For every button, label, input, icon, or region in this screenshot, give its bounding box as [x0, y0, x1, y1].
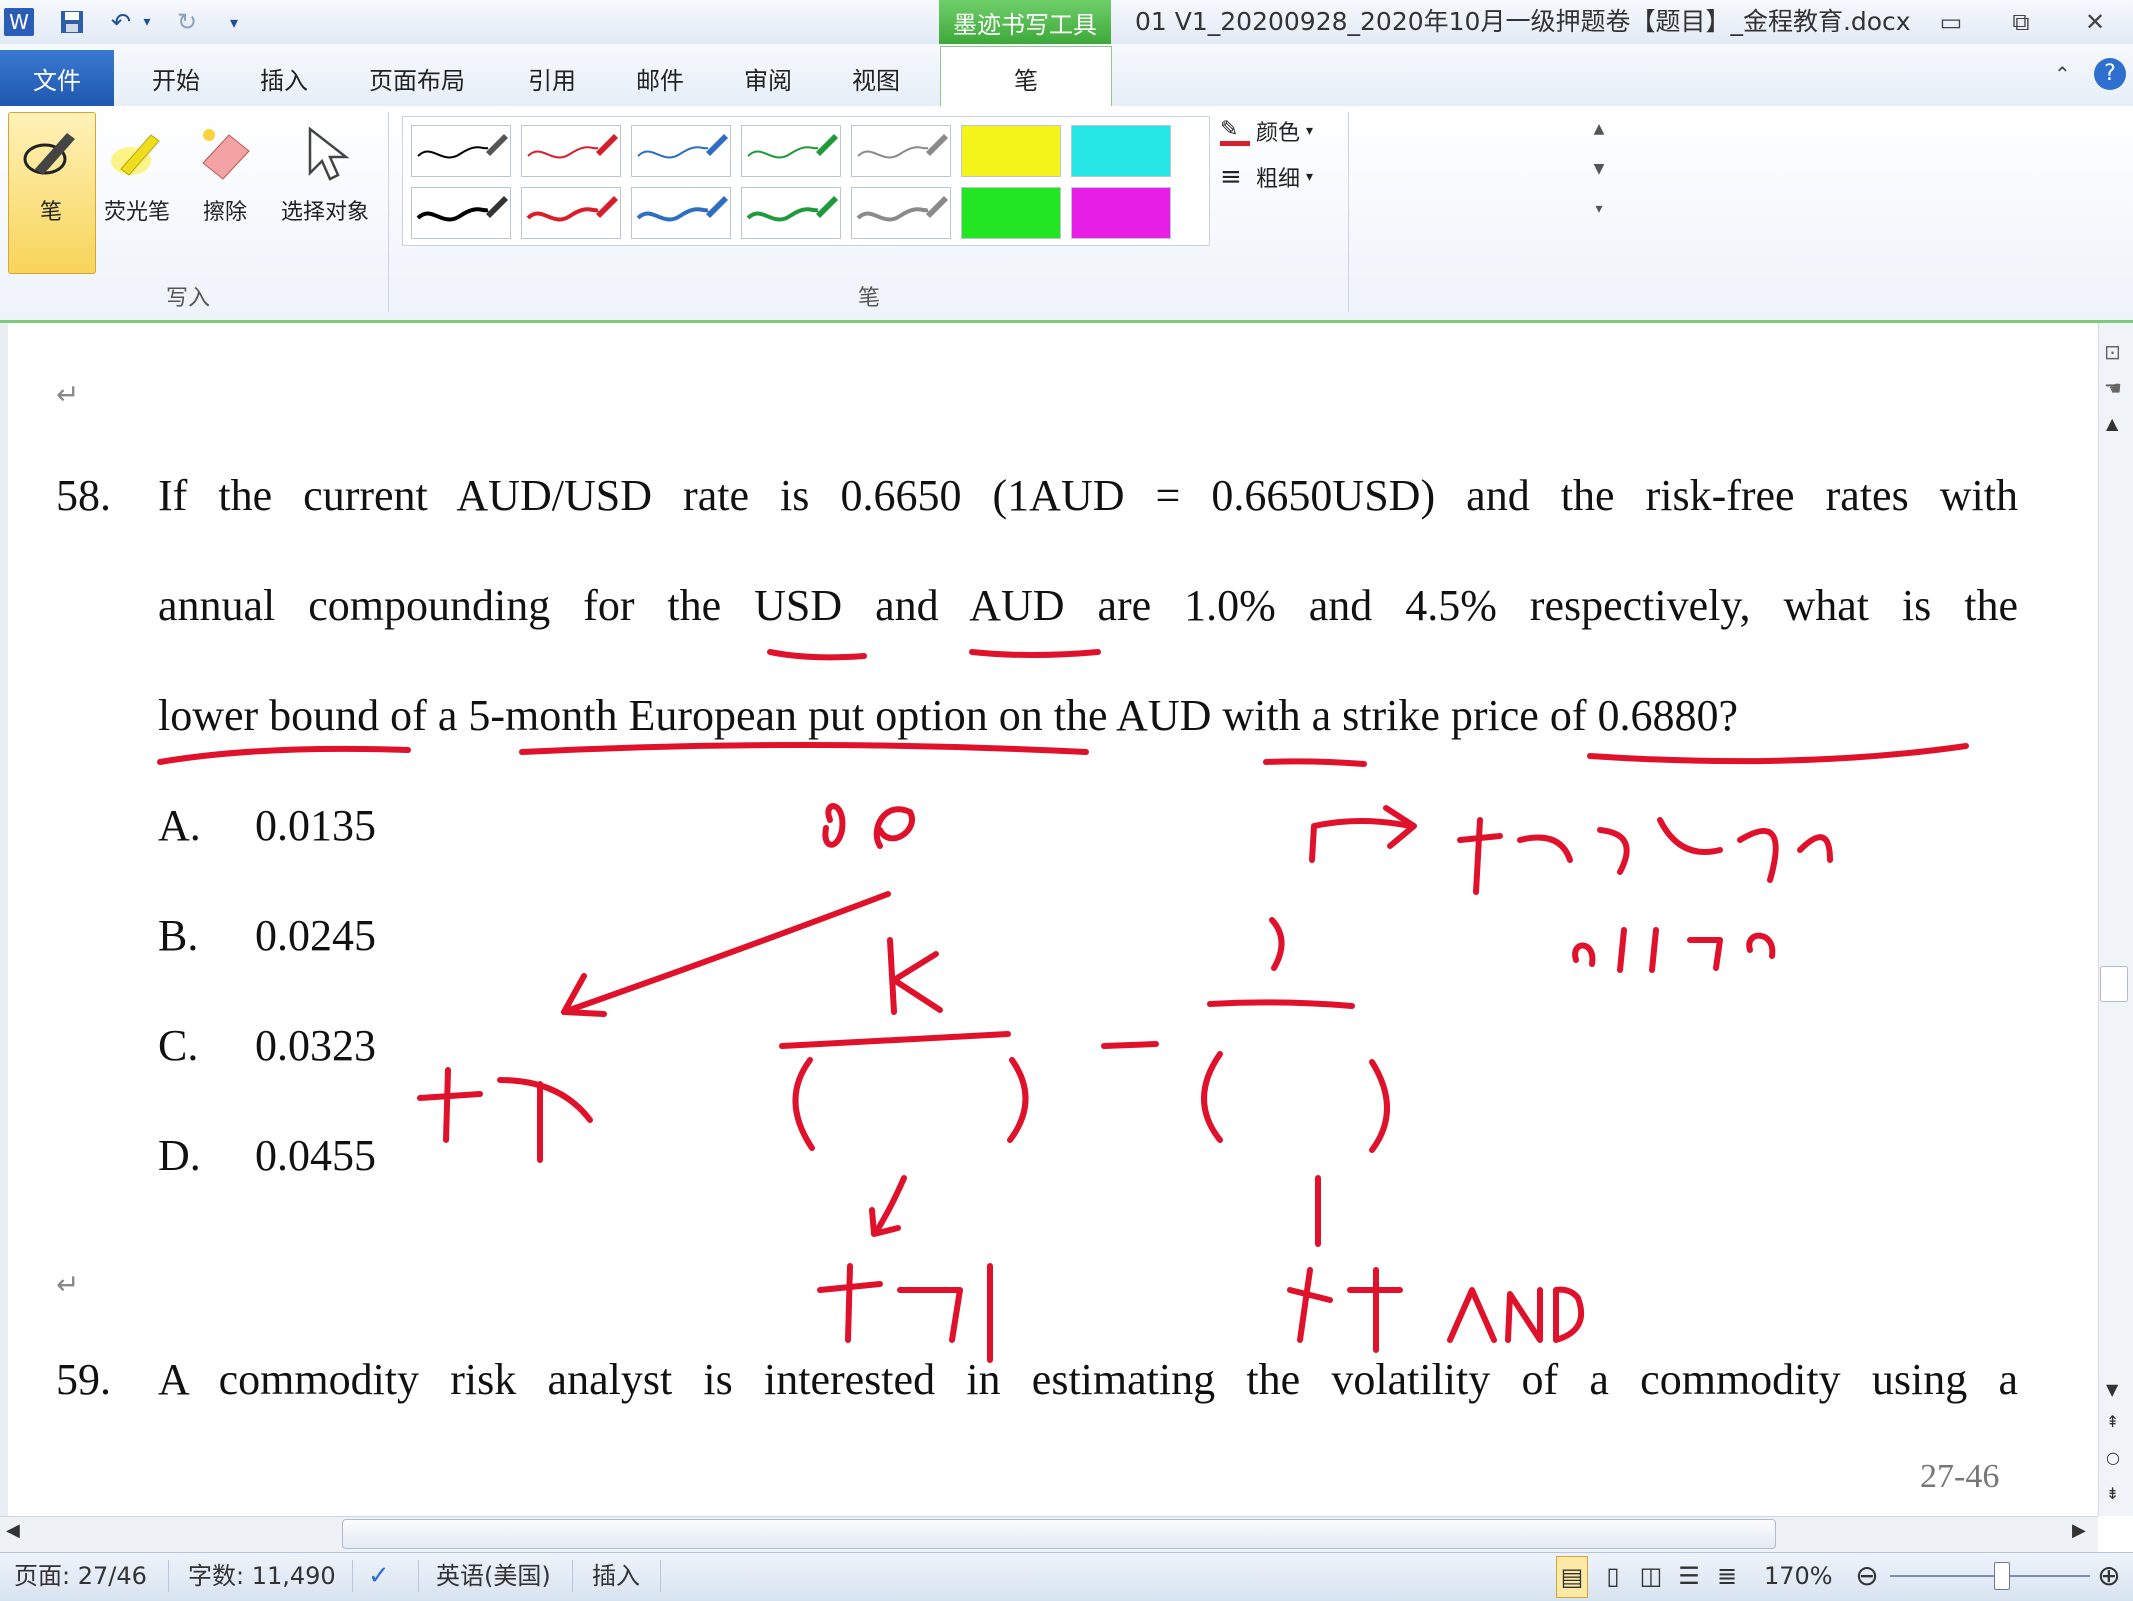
draft-view-icon[interactable]: ≣: [1712, 1556, 1742, 1596]
question-line: If the current AUD/USD rate is 0.6650 (1…: [158, 471, 2018, 520]
status-separator: [352, 1560, 353, 1592]
option-value: 0.0455: [255, 1131, 376, 1180]
zoom-out-icon[interactable]: ⊖: [1852, 1556, 1882, 1596]
outline-view-icon[interactable]: ☰: [1674, 1556, 1704, 1596]
hand-icon[interactable]: ☚: [2104, 376, 2122, 400]
status-separator: [660, 1560, 661, 1592]
proofing-icon[interactable]: ✓: [368, 1556, 390, 1596]
question-number: 59.: [56, 1355, 111, 1404]
vertical-scroll-thumb[interactable]: [2100, 966, 2128, 1002]
word-count[interactable]: 字数: 11,490: [188, 1556, 336, 1596]
option-value: 0.0323: [255, 1021, 376, 1070]
zoom-level[interactable]: 170%: [1764, 1556, 1833, 1596]
zoom-in-icon[interactable]: ⊕: [2094, 1556, 2124, 1596]
document-text: 58. If the current AUD/USD rate is 0.665…: [0, 0, 2133, 1600]
status-separator: [168, 1560, 169, 1592]
ruler-toggle-icon[interactable]: ⊡: [2104, 340, 2121, 364]
language-status[interactable]: 英语(美国): [436, 1556, 551, 1596]
page-count[interactable]: 页面: 27/46: [14, 1556, 147, 1596]
next-page-icon[interactable]: ⇟: [2106, 1484, 2119, 1503]
option-letter: C.: [158, 1021, 199, 1070]
insert-mode-status[interactable]: 插入: [592, 1556, 640, 1596]
question-number: 58.: [56, 471, 111, 520]
previous-page-icon[interactable]: ⇞: [2106, 1412, 2119, 1431]
question-line: A commodity risk analyst is interested i…: [158, 1355, 2018, 1404]
zoom-slider-thumb[interactable]: [1994, 1562, 2010, 1590]
option-letter: D.: [158, 1131, 201, 1180]
option-value: 0.0135: [255, 801, 376, 850]
paragraph-mark: ↵: [56, 1268, 80, 1301]
web-layout-icon[interactable]: ◫: [1636, 1556, 1666, 1596]
scroll-right-icon[interactable]: ▶: [2072, 1520, 2086, 1541]
print-layout-view-icon[interactable]: ▤: [1556, 1556, 1588, 1598]
status-separator: [572, 1560, 573, 1592]
status-separator: [418, 1560, 419, 1592]
scroll-up-icon[interactable]: ▲: [2106, 414, 2118, 433]
zoom-slider-track[interactable]: [1890, 1575, 2090, 1577]
option-letter: A.: [158, 801, 201, 850]
option-letter: B.: [158, 911, 199, 960]
vertical-scrollbar[interactable]: [2098, 323, 2133, 1516]
question-line: annual compounding for the USD and AUD a…: [158, 581, 2018, 630]
option-value: 0.0245: [255, 911, 376, 960]
question-line: lower bound of a 5-month European put op…: [158, 691, 1739, 740]
scroll-down-icon[interactable]: ▼: [2106, 1380, 2118, 1399]
scroll-left-icon[interactable]: ◀: [6, 1520, 20, 1541]
browse-object-icon[interactable]: ○: [2106, 1448, 2120, 1467]
horizontal-scroll-thumb[interactable]: [342, 1519, 1776, 1549]
full-screen-reading-icon[interactable]: ▯: [1598, 1556, 1628, 1596]
page-footer: 27-46: [1920, 1458, 2000, 1495]
